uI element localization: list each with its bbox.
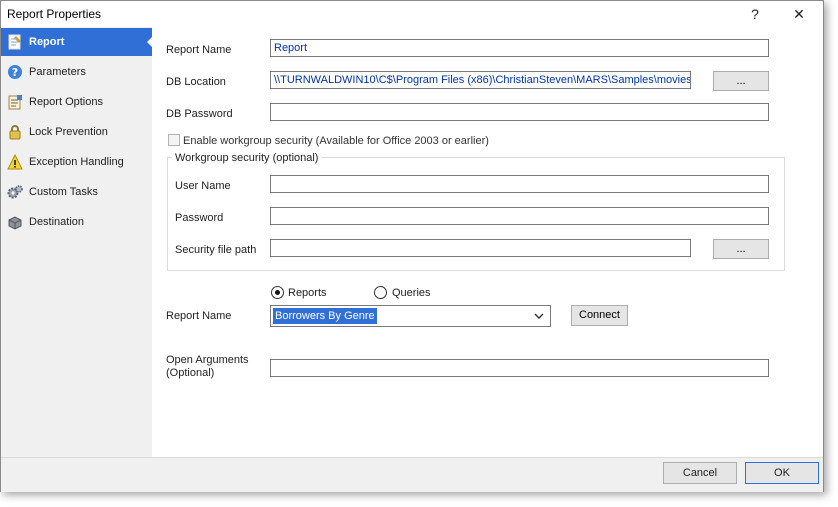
chevron-down-icon: [534, 311, 544, 323]
user-name-field[interactable]: [270, 175, 769, 193]
destination-icon: [7, 214, 23, 230]
reports-radio[interactable]: [271, 286, 284, 299]
sidebar-item-label: Destination: [29, 216, 85, 228]
report-properties-dialog: Report Properties ? ✕ Report ? Parameter…: [0, 0, 824, 492]
workgroup-security-label: Enable workgroup security (Available for…: [183, 135, 489, 147]
lock-icon: [7, 124, 23, 140]
db-location-field[interactable]: \\TURNWALDWIN10\C$\Program Files (x86)\C…: [270, 71, 691, 89]
password-label: Password: [175, 212, 224, 224]
ok-button[interactable]: OK: [745, 462, 819, 484]
open-arguments-label: Open Arguments: [166, 354, 249, 366]
queries-radio-label: Queries: [392, 287, 431, 299]
sidebar-item-report-options[interactable]: Report Options: [1, 88, 152, 116]
user-name-label: User Name: [175, 180, 231, 192]
sidebar-item-destination[interactable]: Destination: [1, 208, 152, 236]
sidebar-item-custom-tasks[interactable]: Custom Tasks: [1, 178, 152, 206]
report-icon: [7, 34, 23, 50]
db-password-field[interactable]: [270, 103, 769, 121]
close-button[interactable]: ✕: [785, 4, 813, 24]
security-file-browse-button[interactable]: ...: [713, 239, 769, 259]
sidebar-item-label: Report: [29, 36, 65, 48]
sidebar-item-parameters[interactable]: ? Parameters: [1, 58, 152, 86]
svg-text:?: ?: [12, 66, 18, 79]
gears-icon: [7, 184, 23, 200]
sidebar-item-report[interactable]: Report: [1, 28, 153, 56]
connect-button[interactable]: Connect: [571, 305, 628, 326]
dialog-footer: Cancel OK: [1, 457, 823, 492]
db-location-label: DB Location: [166, 76, 226, 88]
password-field[interactable]: [270, 207, 769, 225]
sidebar-item-label: Report Options: [29, 96, 103, 108]
sidebar: Report ? Parameters Report Options Lock …: [1, 27, 153, 475]
report-select-label: Report Name: [166, 310, 232, 322]
sidebar-item-label: Parameters: [29, 66, 86, 78]
report-name-dropdown[interactable]: Borrowers By Genre: [270, 305, 551, 327]
help-circle-icon: ?: [7, 64, 23, 80]
db-location-browse-button[interactable]: ...: [713, 71, 769, 91]
sidebar-item-exception-handling[interactable]: Exception Handling: [1, 148, 152, 176]
queries-radio[interactable]: [374, 286, 387, 299]
warning-icon: [7, 154, 23, 170]
report-name-field[interactable]: Report: [270, 39, 769, 57]
db-password-label: DB Password: [166, 108, 233, 120]
security-file-path-label: Security file path: [175, 244, 257, 256]
window-title: Report Properties: [7, 7, 102, 21]
workgroup-group-title: Workgroup security (optional): [172, 152, 322, 164]
security-file-path-field[interactable]: [270, 239, 691, 257]
sidebar-item-lock-prevention[interactable]: Lock Prevention: [1, 118, 152, 146]
report-options-icon: [7, 94, 23, 110]
open-arguments-field[interactable]: [270, 359, 769, 377]
report-name-selected-value: Borrowers By Genre: [273, 308, 377, 324]
cancel-button[interactable]: Cancel: [663, 462, 737, 484]
workgroup-security-checkbox[interactable]: [168, 134, 180, 146]
report-name-label: Report Name: [166, 44, 232, 56]
sidebar-item-label: Lock Prevention: [29, 126, 108, 138]
title-bar: Report Properties ? ✕: [1, 1, 823, 27]
help-button[interactable]: ?: [741, 4, 769, 24]
reports-radio-label: Reports: [288, 287, 327, 299]
report-settings-panel: Report Name Report DB Location \\TURNWAL…: [152, 27, 823, 457]
open-arguments-optional-label: (Optional): [166, 367, 215, 379]
sidebar-item-label: Exception Handling: [29, 156, 124, 168]
sidebar-item-label: Custom Tasks: [29, 186, 98, 198]
